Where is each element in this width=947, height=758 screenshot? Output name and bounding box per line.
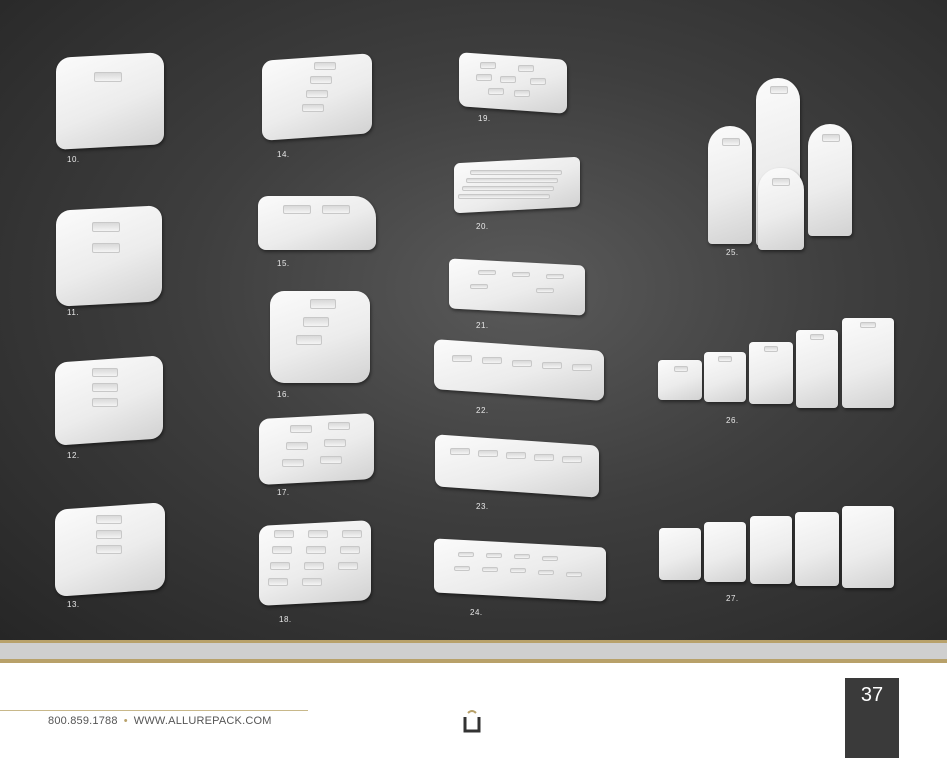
product-label: 13. bbox=[67, 600, 80, 609]
product-label: 21. bbox=[476, 321, 489, 330]
website-link[interactable]: WWW.ALLUREPACK.COM bbox=[134, 715, 272, 727]
gold-divider bbox=[0, 659, 947, 663]
product-label: 18. bbox=[279, 615, 292, 624]
page-number-box: 37 bbox=[845, 678, 899, 758]
gray-band bbox=[0, 643, 947, 659]
footer-rule bbox=[0, 710, 308, 711]
product-catalog-panel: 10. 11. 12. 13. 14. 15. 16. 17. 18. 19. … bbox=[0, 0, 947, 640]
product-label: 11. bbox=[67, 308, 80, 317]
product-label: 20. bbox=[476, 222, 489, 231]
product-label: 17. bbox=[277, 488, 290, 497]
product-label: 12. bbox=[67, 451, 80, 460]
product-label: 14. bbox=[277, 150, 290, 159]
page-number: 37 bbox=[860, 684, 884, 706]
product-label: 16. bbox=[277, 390, 290, 399]
product-label: 10. bbox=[67, 155, 80, 164]
product-label: 27. bbox=[726, 594, 739, 603]
product-label: 24. bbox=[470, 608, 483, 617]
product-label: 25. bbox=[726, 248, 739, 257]
contact-info: 800.859.1788 • WWW.ALLUREPACK.COM bbox=[48, 715, 272, 727]
product-label: 23. bbox=[476, 502, 489, 511]
product-label: 26. bbox=[726, 416, 739, 425]
separator-dot: • bbox=[123, 715, 128, 727]
product-label: 19. bbox=[478, 114, 491, 123]
product-label: 15. bbox=[277, 259, 290, 268]
phone-number: 800.859.1788 bbox=[48, 715, 118, 727]
product-label: 22. bbox=[476, 406, 489, 415]
allurepack-u-logo-icon bbox=[457, 707, 487, 737]
